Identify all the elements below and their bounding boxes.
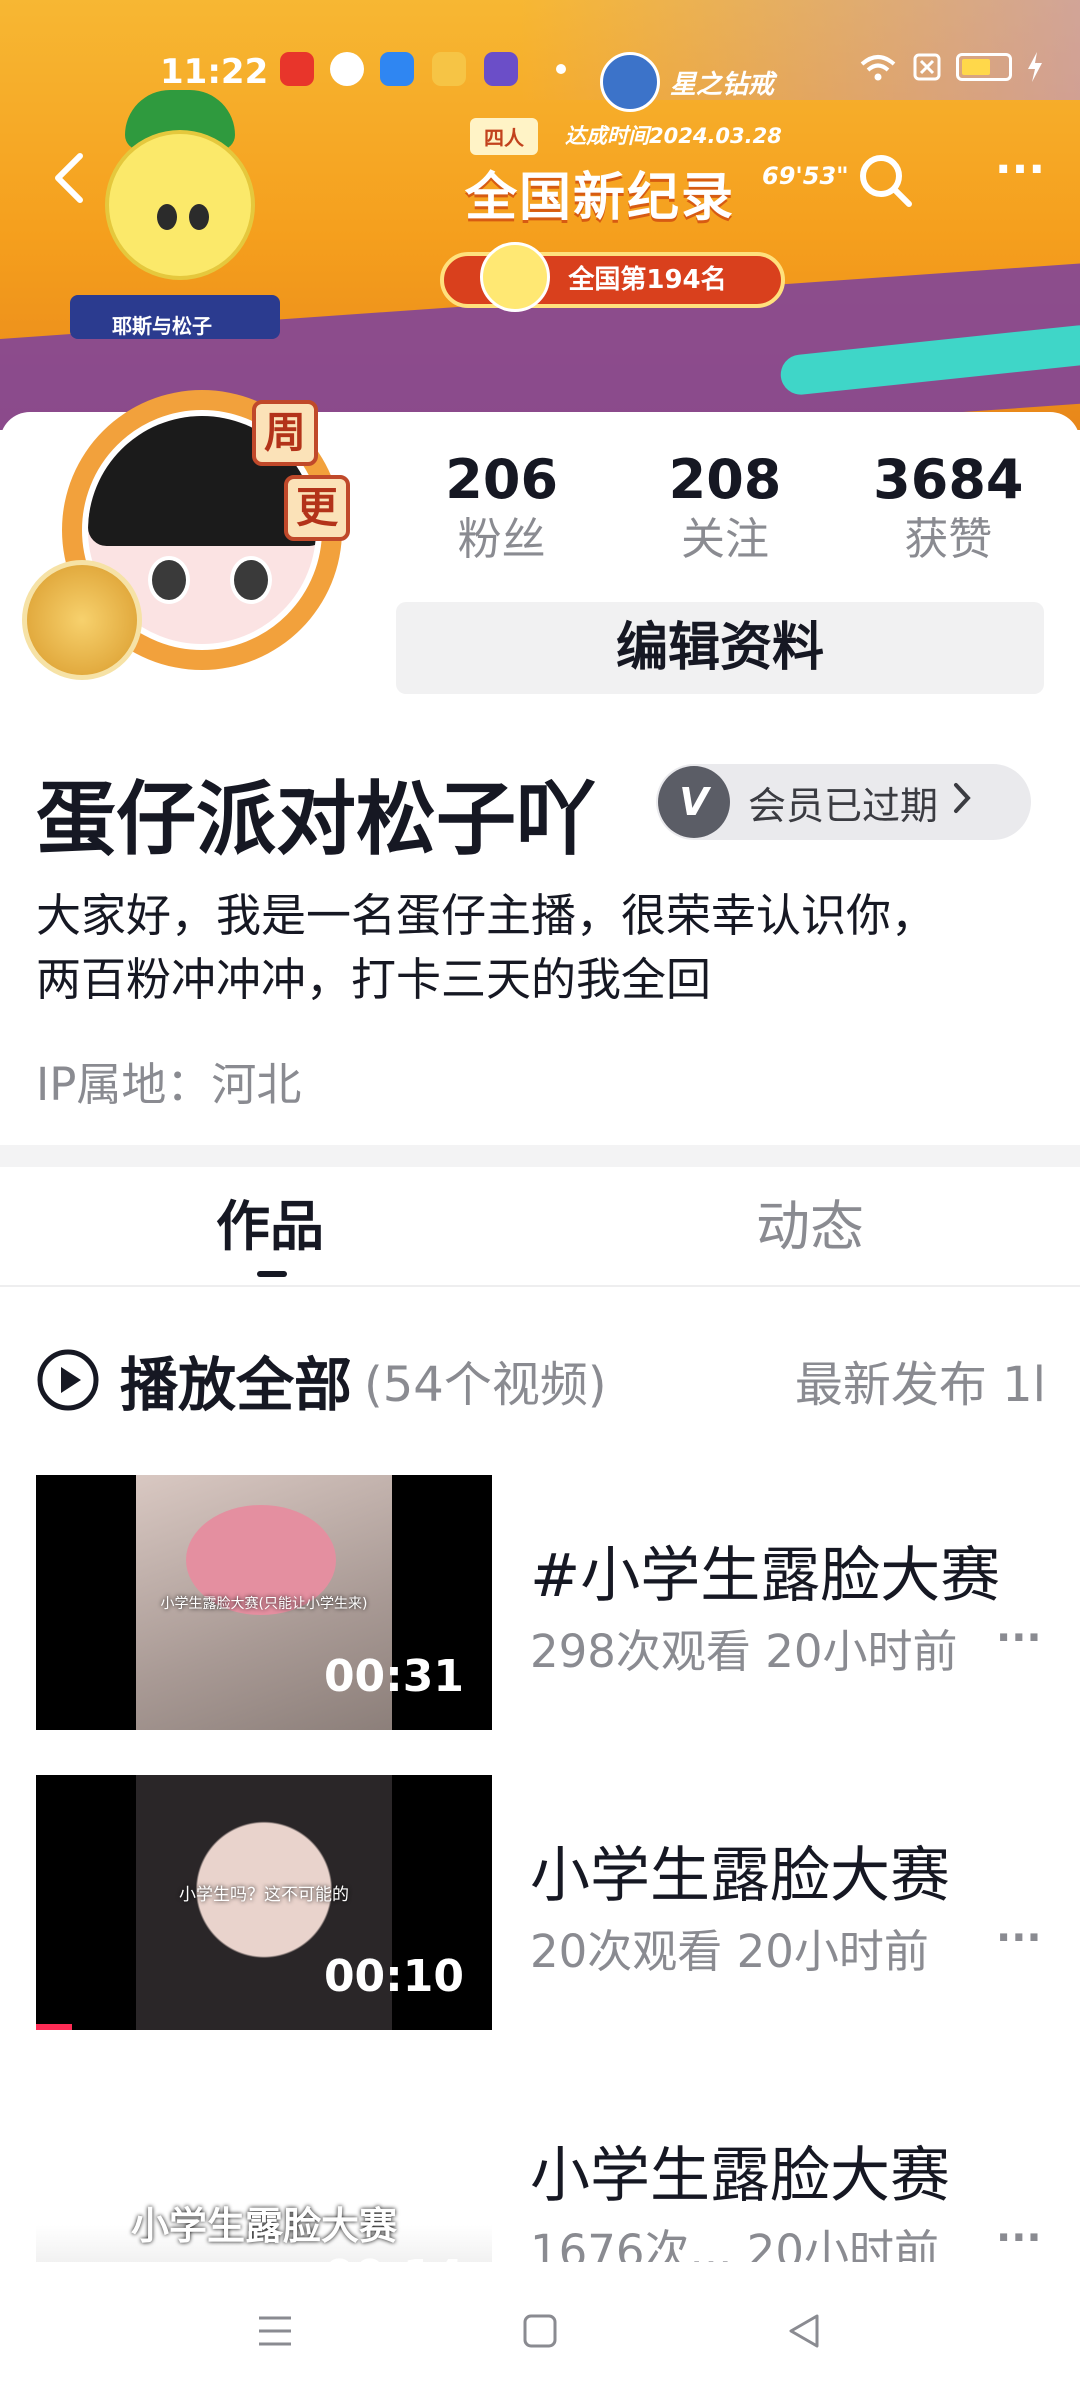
chevron-right-icon [952,780,972,824]
avatar[interactable]: 周 更 [22,380,352,710]
watch-progress-bar [36,2024,73,2030]
profile-stats: 206 粉丝 208 关注 3684 获赞 [390,450,1060,570]
stat-value: 206 [445,448,559,511]
stat-value: 208 [668,448,782,511]
no-sim-icon [913,53,941,81]
tab-activity[interactable]: 动态 [540,1167,1080,1285]
avatar-tag: 周 [252,400,318,466]
app-notification-icon [330,52,364,86]
profile-nickname: 蛋仔派对松子吖 [36,773,596,866]
record-title: 全国新纪录 [465,168,736,228]
profile-banner: 耶斯与松子 11:22 星之钻戒 ··· 四人 达成时间2024.03.28 全… [0,0,1080,430]
tab-works[interactable]: 作品 [0,1167,540,1285]
sort-selector[interactable]: 最新发布 1l [795,1345,1046,1415]
bio-line: 两百粉冲冲冲，打卡三天的我全回 [36,953,712,1006]
search-button[interactable] [855,150,915,210]
thumbnail-caption: 小学生吗？这不可能的 [179,1885,349,1905]
app-notification-icon [432,52,466,86]
square-home-icon [523,2314,557,2348]
stat-label: 关注 [680,514,769,565]
back-nav-button[interactable] [780,2306,830,2356]
edit-profile-button[interactable]: 编辑资料 [396,602,1044,694]
stat-label: 粉丝 [457,514,546,565]
header-user-name: 星之钻戒 [670,69,775,100]
video-more-button[interactable]: ··· [996,1915,1042,1961]
vip-logo-icon: V [658,766,730,838]
stat-value: 3684 [873,448,1024,511]
play-all-row: 播放全部 (54个视频) 最新发布 1l [36,1340,1046,1420]
stat-following[interactable]: 208 关注 [613,450,836,570]
content-tabs: 作品 动态 [0,1167,1080,1287]
gong-icon [22,560,142,680]
video-title: 小学生露脸大赛 [530,1841,950,1911]
battery-icon [956,53,1012,81]
status-bar: 11:22 星之钻戒 [0,30,1080,112]
mascot-eye [157,204,177,230]
stat-likes[interactable]: 3684 获赞 [837,450,1060,570]
mascot-label: 耶斯与松子 [112,314,212,338]
menu-icon [259,2316,291,2346]
header-user-pill[interactable]: 星之钻戒 [600,52,774,112]
video-more-button[interactable]: ··· [996,1615,1042,1661]
mascot-eye [189,204,209,230]
avatar-eye [230,556,272,604]
video-title: #小学生露脸大赛 [530,1541,1001,1611]
video-list-item[interactable]: 小学生吗？这不可能的 00:10 小学生露脸大赛 20次观看 20小时前 ··· [36,1775,1046,2030]
record-time: 69'53" [762,162,849,190]
thumbnail-caption: 小学生露脸大赛 [130,2204,397,2248]
video-meta: 298次观看 20小时前 [530,1625,958,1678]
chevron-left-icon [55,153,83,203]
play-all-button[interactable]: 播放全部 [120,1338,352,1422]
triangle-back-icon [789,2314,819,2348]
video-more-button[interactable]: ··· [996,2215,1042,2261]
avatar-eye [148,556,190,604]
vip-status-pill[interactable]: V 会员已过期 [656,764,1031,840]
app-notification-icon [280,52,314,86]
dot-icon [556,64,566,74]
video-title: 小学生露脸大赛 [530,2141,950,2211]
menu-button[interactable] [250,2306,300,2356]
vip-status-text: 会员已过期 [748,783,939,828]
home-button[interactable] [515,2306,565,2356]
record-badge: 四人 [470,118,538,155]
status-indicators [858,52,1044,82]
ip-location: IP属地：河北 [36,1058,302,1111]
header-user-avatar [600,52,660,112]
video-duration: 00:10 [323,1951,464,2002]
app-notification-icon [380,52,414,86]
mascot-head [105,130,255,280]
system-navigation-bar [0,2262,1080,2400]
video-thumbnail[interactable]: 小学生吗？这不可能的 00:10 [36,1775,492,2030]
profile-bio: 大家好，我是一名蛋仔主播，很荣幸认识你， 两百粉冲冲冲，打卡三天的我全回 [36,884,1046,1012]
video-list-item[interactable]: 小学生露脸大赛(只能让小学生来) 00:31 #小学生露脸大赛 298次观看 2… [36,1475,1046,1730]
avatar-tag: 更 [284,475,350,541]
mascot-illustration [70,90,280,339]
bio-line: 大家好，我是一名蛋仔主播，很荣幸认识你， [36,889,937,942]
video-duration: 00:31 [323,1651,464,1702]
section-divider [0,1145,1080,1167]
video-meta: 20次观看 20小时前 [530,1925,929,1978]
thumbnail-caption: 小学生露脸大赛(只能让小学生来) [160,1596,368,1612]
record-date: 达成时间2024.03.28 [565,124,782,148]
back-button[interactable] [50,150,100,203]
stat-followers[interactable]: 206 粉丝 [390,450,613,570]
video-thumbnail[interactable]: 小学生露脸大赛(只能让小学生来) 00:31 [36,1475,492,1730]
play-circle-icon[interactable] [36,1348,100,1412]
more-options-button[interactable]: ··· [990,148,1050,200]
stat-label: 获赞 [904,514,993,565]
status-time: 11:22 [160,52,269,92]
charging-icon [1028,52,1042,82]
wifi-icon [860,55,896,81]
video-count: (54个视频) [364,1357,607,1413]
chick-icon [480,242,550,312]
search-icon [860,155,912,207]
app-notification-icon [484,52,518,86]
